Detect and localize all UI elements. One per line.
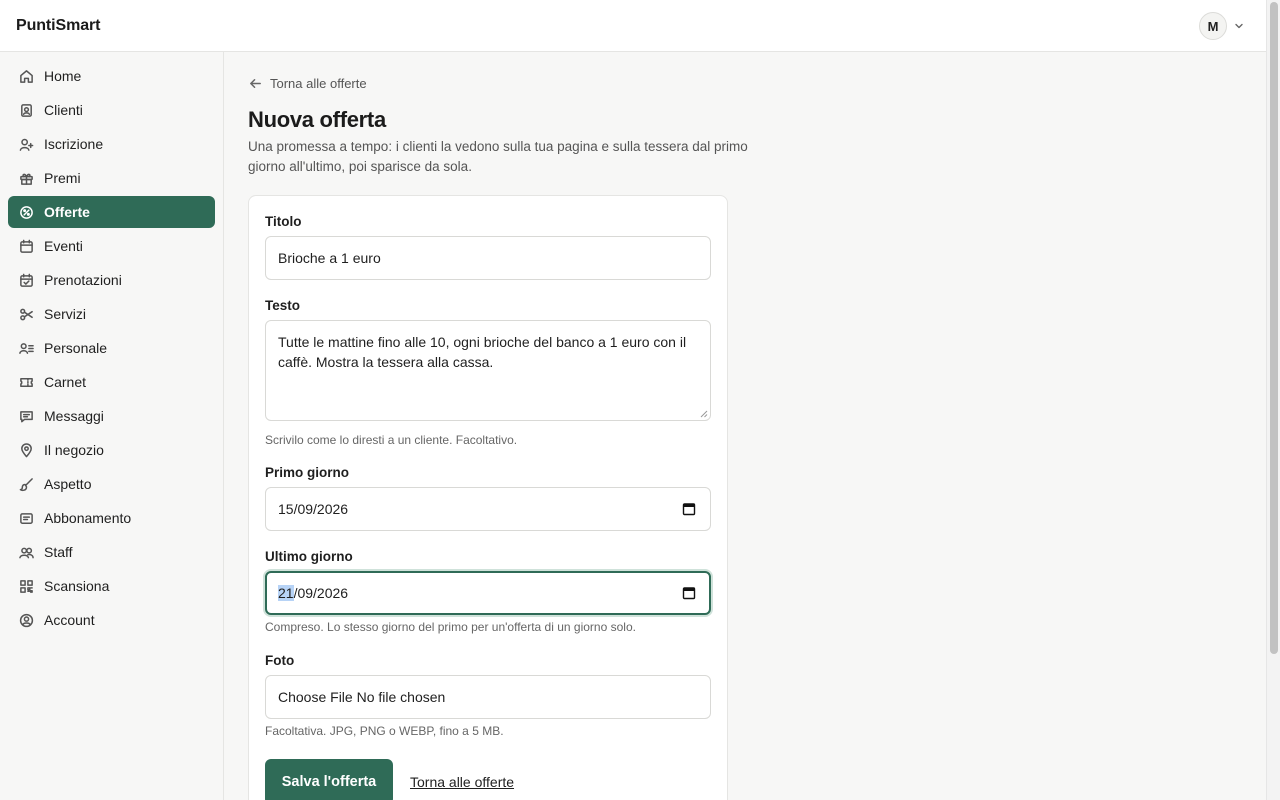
gift-icon: [18, 170, 34, 186]
sidebar-item-messaggi[interactable]: Messaggi: [8, 400, 215, 432]
sidebar-item-il-negozio[interactable]: Il negozio: [8, 434, 215, 466]
title-input-value: Brioche a 1 euro: [278, 250, 381, 266]
sidebar-item-carnet[interactable]: Carnet: [8, 366, 215, 398]
sidebar-item-servizi[interactable]: Servizi: [8, 298, 215, 330]
sidebar-item-label: Scansiona: [44, 578, 110, 594]
sidebar-item-label: Personale: [44, 340, 108, 356]
end-date-hint: Compreso. Lo stesso giorno del primo per…: [265, 620, 636, 634]
end-date-day-segment[interactable]: 21: [278, 585, 294, 601]
offer-form-card: Titolo Brioche a 1 euro Testo Tutte le m…: [248, 195, 728, 800]
user-list-icon: [18, 340, 34, 356]
sidebar-item-personale[interactable]: Personale: [8, 332, 215, 364]
qr-code-icon: [18, 578, 34, 594]
sidebar-item-label: Premi: [44, 170, 81, 186]
contacts-icon: [18, 102, 34, 118]
sidebar-item-label: Eventi: [44, 238, 83, 254]
badge-percent-icon: [18, 204, 34, 220]
user-menu[interactable]: M: [1199, 12, 1245, 40]
resize-grip-icon[interactable]: [700, 410, 708, 418]
sidebar-item-label: Account: [44, 612, 95, 628]
page-title: Nuova offerta: [248, 107, 386, 132]
sidebar-item-label: Aspetto: [44, 476, 92, 492]
sidebar-item-home[interactable]: Home: [8, 60, 215, 92]
sidebar-item-label: Clienti: [44, 102, 83, 118]
end-date-value: 21/09/2026: [278, 585, 348, 601]
photo-file-input[interactable]: Choose File No file chosen: [265, 675, 711, 719]
sidebar-item-eventi[interactable]: Eventi: [8, 230, 215, 262]
sidebar-item-staff[interactable]: Staff: [8, 536, 215, 568]
photo-file-value: Choose File No file chosen: [278, 689, 446, 705]
sidebar-item-label: Servizi: [44, 306, 87, 322]
message-icon: [18, 408, 34, 424]
calendar-icon: [18, 238, 34, 254]
user-circle-icon: [18, 612, 34, 628]
sidebar-item-offerte[interactable]: Offerte: [8, 196, 215, 228]
sidebar-item-aspetto[interactable]: Aspetto: [8, 468, 215, 500]
photo-field-label: Foto: [265, 653, 295, 668]
sidebar-item-label: Messaggi: [44, 408, 104, 424]
page-description: Una promessa a tempo: i clienti la vedon…: [248, 139, 748, 174]
ticket-icon: [18, 374, 34, 390]
sidebar-item-label: Offerte: [44, 204, 90, 220]
home-icon: [18, 68, 34, 84]
arrow-left-icon: [250, 79, 261, 88]
avatar[interactable]: M: [1199, 12, 1227, 40]
sidebar-item-label: Carnet: [44, 374, 87, 390]
title-field-label: Titolo: [265, 214, 302, 229]
sidebar-item-label: Prenotazioni: [44, 272, 122, 288]
end-date-label: Ultimo giorno: [265, 549, 353, 564]
title-input[interactable]: Brioche a 1 euro: [265, 236, 711, 280]
sidebar-item-abbonamento[interactable]: Abbonamento: [8, 502, 215, 534]
main-content: Torna alle offerte Nuova offerta Una pro…: [224, 52, 1266, 800]
sidebar-item-label: Home: [44, 68, 82, 84]
sidebar-item-label: Iscrizione: [44, 136, 104, 152]
calendar-picker-icon[interactable]: [682, 502, 696, 516]
top-bar: PuntiSmart M: [0, 0, 1266, 52]
users-icon: [18, 544, 34, 560]
sidebar-item-scansiona[interactable]: Scansiona: [8, 570, 215, 602]
map-pin-icon: [18, 442, 34, 458]
sidebar-item-label: Abbonamento: [44, 510, 132, 526]
sidebar-item-clienti[interactable]: Clienti: [8, 94, 215, 126]
text-field-label: Testo: [265, 298, 301, 313]
text-textarea-value: Tutte le mattine fino alle 10, ogni brio…: [278, 334, 687, 370]
brush-icon: [18, 476, 34, 492]
sidebar-item-account[interactable]: Account: [8, 604, 215, 636]
text-hint: Scrivilo come lo diresti a un cliente. F…: [265, 433, 518, 447]
receipt-icon: [18, 510, 34, 526]
sidebar-item-prenotazioni[interactable]: Prenotazioni: [8, 264, 215, 296]
start-date-input[interactable]: 15/09/2026: [265, 487, 711, 531]
photo-hint: Facoltativa. JPG, PNG o WEBP, fino a 5 M…: [265, 724, 504, 738]
chevron-down-icon: [1235, 23, 1243, 29]
back-link-label: Torna alle offerte: [270, 76, 367, 91]
app-brand[interactable]: PuntiSmart: [16, 17, 100, 35]
text-textarea[interactable]: Tutte le mattine fino alle 10, ogni brio…: [265, 320, 711, 421]
end-date-input[interactable]: 21/09/2026: [265, 571, 711, 615]
sidebar-item-label: Staff: [44, 544, 73, 560]
start-date-value: 15/09/2026: [278, 501, 349, 517]
sidebar-item-label: Il negozio: [44, 442, 104, 458]
calendar-check-icon: [18, 272, 34, 288]
scrollbar-thumb[interactable]: [1270, 2, 1278, 654]
sidebar-item-iscrizione[interactable]: Iscrizione: [8, 128, 215, 160]
scissors-icon: [18, 306, 34, 322]
page-scrollbar[interactable]: [1266, 0, 1280, 800]
calendar-picker-icon[interactable]: [682, 586, 696, 600]
sidebar-item-premi[interactable]: Premi: [8, 162, 215, 194]
cancel-link[interactable]: Torna alle offerte: [410, 774, 514, 790]
save-offer-button[interactable]: Salva l'offerta: [265, 759, 393, 800]
sidebar: Home Clienti Iscrizione Premi Offerte Ev…: [0, 52, 224, 800]
end-date-rest: /09/2026: [293, 585, 349, 601]
start-date-label: Primo giorno: [265, 465, 349, 480]
back-link[interactable]: Torna alle offerte: [248, 76, 367, 91]
user-plus-icon: [18, 136, 34, 152]
